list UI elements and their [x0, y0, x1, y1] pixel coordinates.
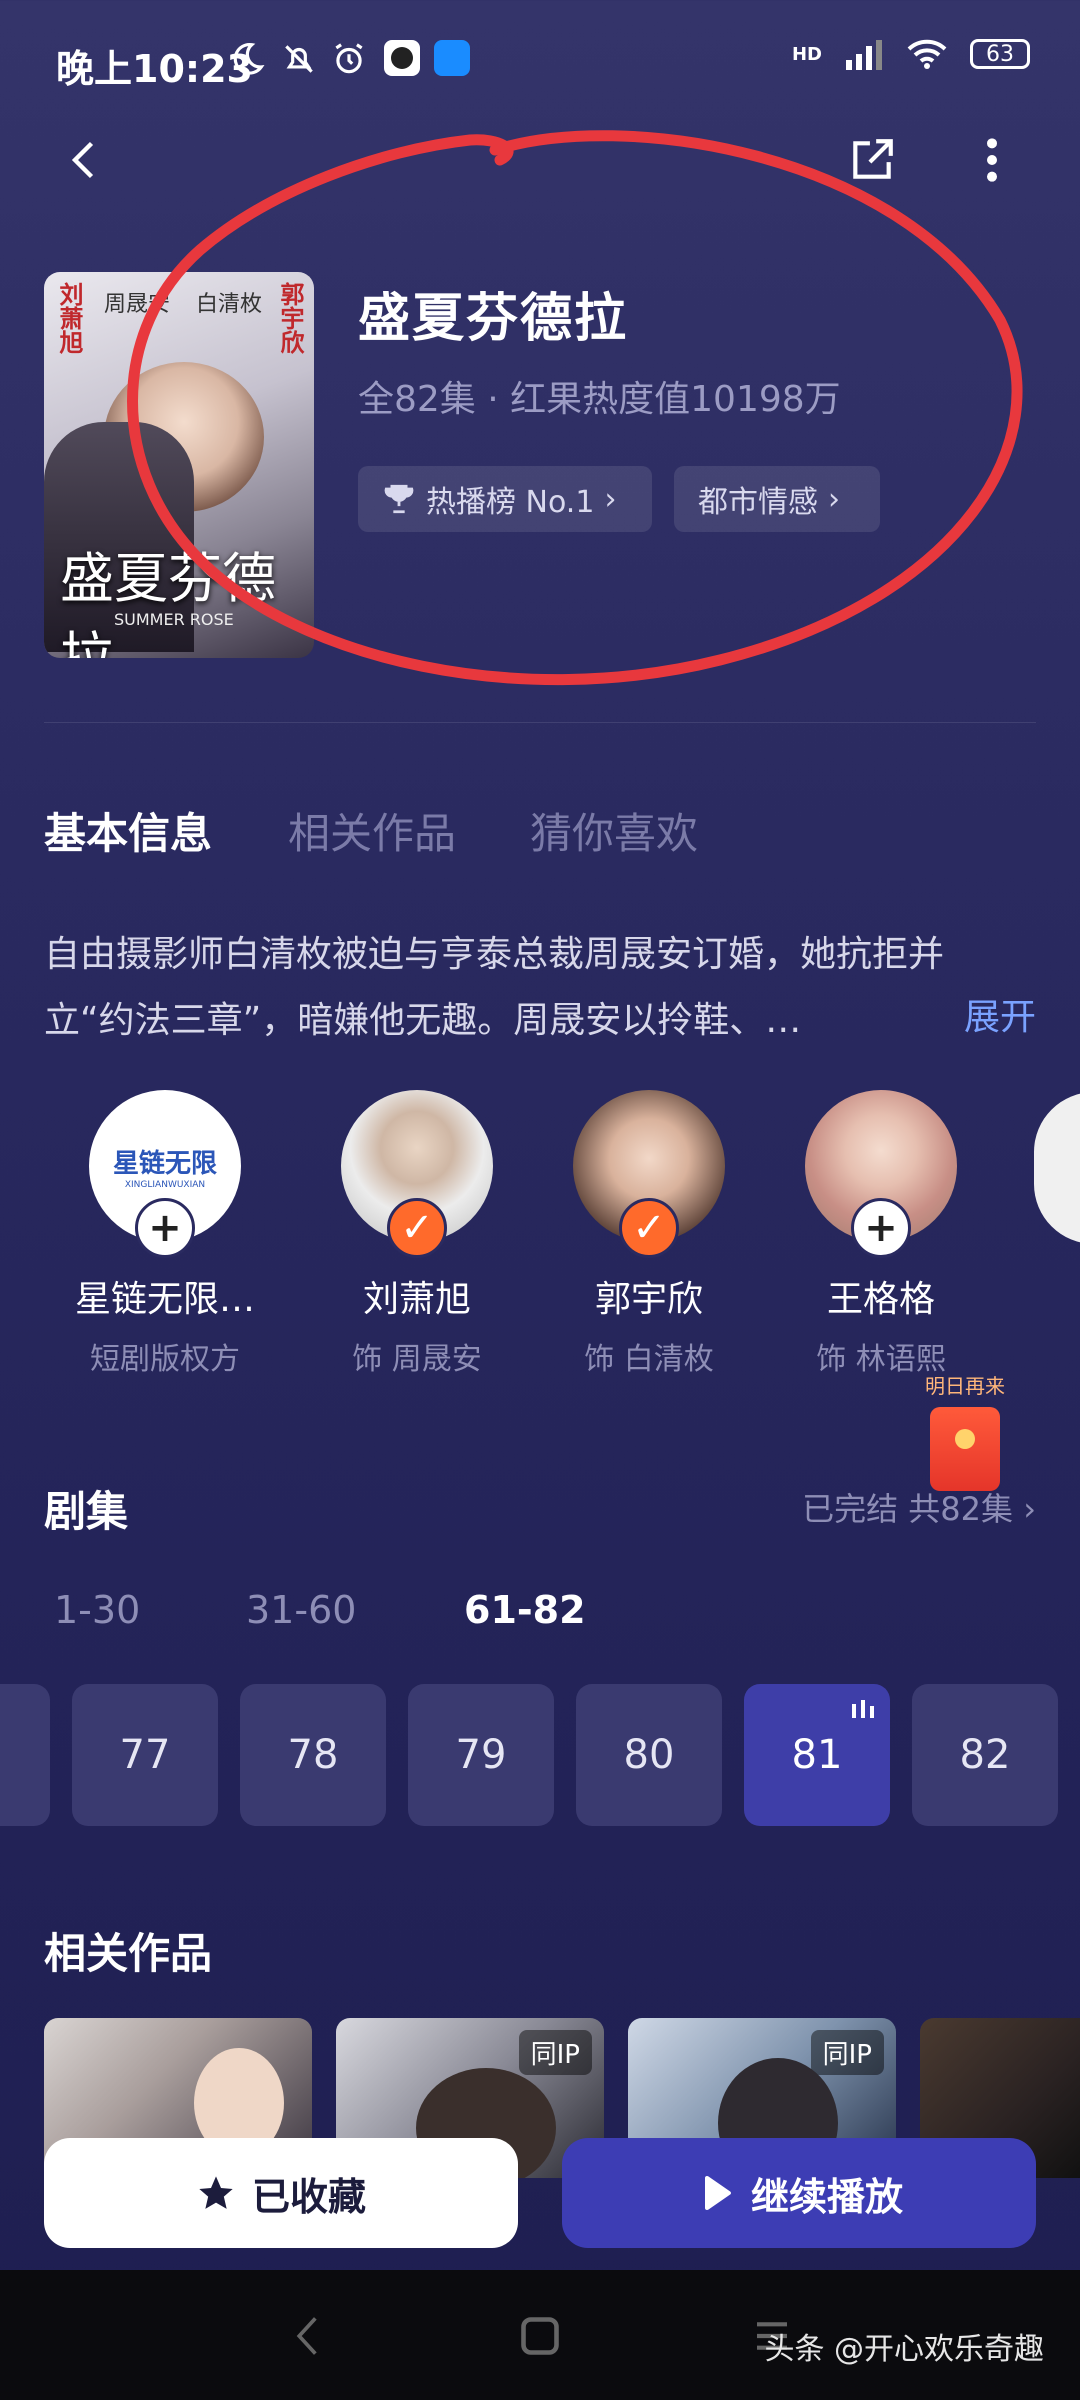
- share-button[interactable]: [832, 120, 912, 200]
- avatar: ✓: [573, 1090, 725, 1258]
- mute-bell-icon: [285, 45, 313, 73]
- battery-icon: 63: [970, 39, 1030, 69]
- person-name: 星链无限…: [74, 1279, 255, 1320]
- episode-button[interactable]: 80: [576, 1684, 722, 1826]
- related-title: 相关作品: [44, 1929, 213, 1978]
- status-bar: 晚上10:23 HD 63: [0, 0, 1080, 120]
- episodes-status: 已完结 共82集: [802, 1490, 1014, 1528]
- episode-number: 81: [791, 1732, 843, 1778]
- drama-poster[interactable]: 刘萧旭 周晟安 白清枚 郭宇欣 盛夏芬德拉 SUMMER ROSE: [44, 272, 314, 658]
- person-card[interactable]: + 王格格 饰 林语熙: [771, 1090, 991, 1378]
- red-packet-label: 明日再来: [925, 1374, 1005, 1398]
- rank-chip[interactable]: 热播榜 No.1 ›: [358, 466, 652, 532]
- chevron-right-icon: ›: [828, 481, 840, 517]
- tab-related-works[interactable]: 相关作品: [288, 800, 456, 861]
- app-notification-icon: [384, 40, 420, 76]
- play-icon: [704, 2176, 731, 2210]
- status-right: HD 63: [792, 38, 1030, 70]
- same-ip-tag: 同IP: [518, 2030, 592, 2075]
- person-name: 王格格: [826, 1279, 935, 1320]
- alipay-notification-icon: [434, 40, 470, 76]
- back-icon: [71, 141, 94, 179]
- poster-title: 盛夏芬德拉: [60, 547, 276, 658]
- star-icon: [199, 2176, 233, 2209]
- section-divider: [44, 722, 1036, 723]
- person-role: 饰 周晟安: [352, 1342, 482, 1377]
- poster-cast-2: 周晟安: [104, 292, 171, 317]
- followed-badge[interactable]: ✓: [387, 1198, 447, 1258]
- range-tab-active[interactable]: 61-82: [464, 1588, 586, 1632]
- share-icon: [853, 139, 893, 179]
- episode-button[interactable]: 77: [72, 1684, 218, 1826]
- rank-chip-label: 热播榜 No.1: [426, 485, 595, 520]
- follow-button[interactable]: +: [135, 1198, 195, 1258]
- status-time: 晚上10:23: [56, 47, 253, 91]
- person-card[interactable]: ✓ 郭宇欣 饰 白清枚: [539, 1090, 759, 1378]
- playing-icon: [852, 1700, 874, 1718]
- drama-meta: 全82集 · 红果热度值10198万: [358, 379, 841, 420]
- episode-button[interactable]: 79: [408, 1684, 554, 1826]
- company-logo-sub: XINGLIANWUXIAN: [124, 1179, 206, 1190]
- company-logo: 星链无限: [112, 1148, 217, 1179]
- range-tab[interactable]: 31-60: [246, 1588, 356, 1632]
- back-button[interactable]: [46, 120, 126, 200]
- nav-home-icon[interactable]: [518, 2314, 562, 2358]
- poster-cast-3: 白清枚: [196, 292, 263, 317]
- episode-button-playing[interactable]: 81: [744, 1684, 890, 1826]
- chevron-right-icon: ›: [604, 481, 617, 517]
- system-nav-bar: 头条 @开心欢乐奇趣: [0, 2270, 1080, 2400]
- poster-cast-1: 刘萧旭: [55, 282, 83, 354]
- episodes-title: 剧集: [44, 1487, 129, 1536]
- avatar: 星链无限 XINGLIANWUXIAN +: [89, 1090, 241, 1258]
- watermark: 头条 @开心欢乐奇趣: [764, 2332, 1044, 2367]
- genre-chip[interactable]: 都市情感 ›: [674, 466, 880, 532]
- signal-icon: [846, 40, 882, 70]
- genre-chip-label: 都市情感: [698, 485, 818, 520]
- nav-back-icon[interactable]: [290, 2314, 326, 2358]
- more-icon: [987, 138, 997, 182]
- person-name: 郭宇欣: [594, 1279, 703, 1320]
- more-button[interactable]: [952, 120, 1032, 200]
- episodes-status-link[interactable]: 已完结 共82集 ›: [802, 1484, 1036, 1530]
- wifi-icon: [907, 39, 947, 69]
- continue-play-button[interactable]: 继续播放: [562, 2138, 1036, 2248]
- person-name: 刘萧旭: [362, 1279, 471, 1320]
- episode-button[interactable]: 78: [240, 1684, 386, 1826]
- avatar-partial[interactable]: [1034, 1092, 1080, 1244]
- person-card[interactable]: 星链无限 XINGLIANWUXIAN + 星链无限… 短剧版权方: [55, 1090, 275, 1378]
- tab-recommend[interactable]: 猜你喜欢: [530, 800, 698, 861]
- poster-subtitle: SUMMER ROSE: [114, 610, 234, 629]
- moon-icon: [233, 43, 265, 75]
- followed-badge[interactable]: ✓: [619, 1198, 679, 1258]
- play-label: 继续播放: [750, 2174, 903, 2219]
- favorite-button[interactable]: 已收藏: [44, 2138, 518, 2248]
- drama-title: 盛夏芬德拉: [358, 289, 629, 349]
- same-ip-tag: 同IP: [810, 2030, 884, 2075]
- range-tab[interactable]: 1-30: [54, 1588, 140, 1632]
- trophy-icon: [384, 484, 414, 514]
- alarm-icon: [335, 43, 363, 74]
- avatar: +: [805, 1090, 957, 1258]
- poster-cast-4: 郭宇欣: [276, 282, 304, 354]
- person-role: 饰 白清枚: [584, 1342, 714, 1377]
- episode-partial[interactable]: [0, 1684, 50, 1826]
- tab-basic-info[interactable]: 基本信息: [44, 800, 212, 861]
- red-packet-icon: [930, 1407, 1000, 1491]
- chevron-right-icon: ›: [1023, 1490, 1036, 1528]
- network-type: HD: [791, 43, 822, 65]
- synopsis-text: 自由摄影师白清枚被迫与亨泰总裁周晟安订婚，她抗拒并立“约法三章”，暗嫌他无趣。周…: [44, 934, 945, 1041]
- episode-button[interactable]: 82: [912, 1684, 1058, 1826]
- expand-link[interactable]: 展开: [964, 988, 1036, 1040]
- follow-button[interactable]: +: [851, 1198, 911, 1258]
- avatar: ✓: [341, 1090, 493, 1258]
- person-role: 短剧版权方: [90, 1342, 240, 1377]
- favorite-label: 已收藏: [251, 2174, 366, 2219]
- person-card[interactable]: ✓ 刘萧旭 饰 周晟安: [307, 1090, 527, 1378]
